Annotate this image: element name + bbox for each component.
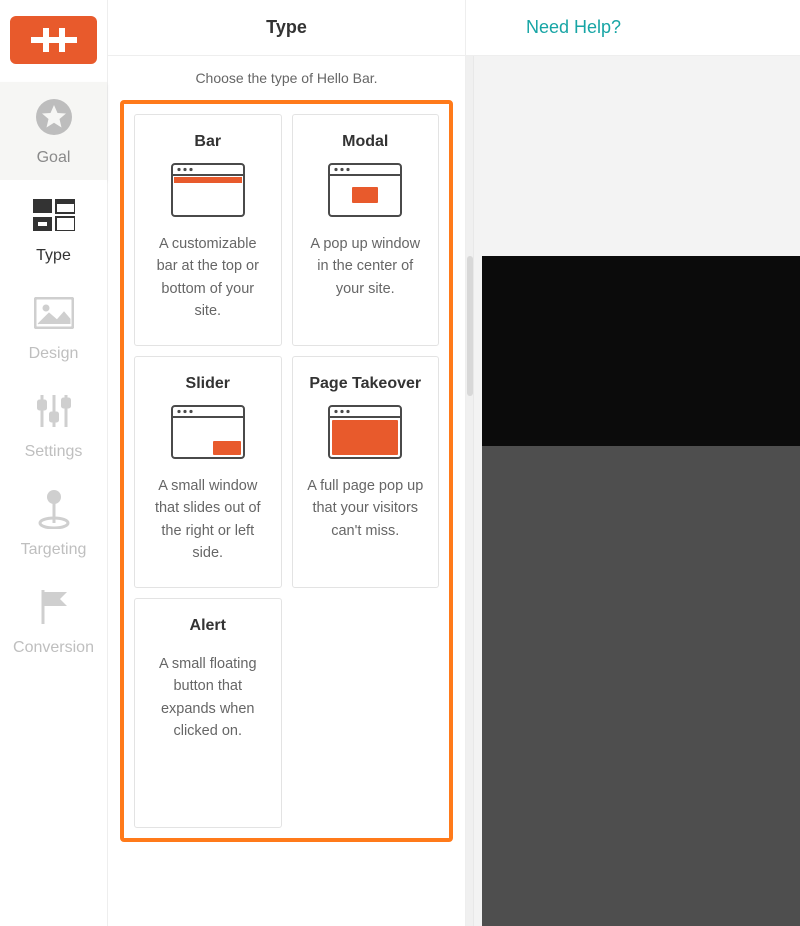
sidebar-item-label: Type — [36, 247, 71, 265]
type-card-grid: Bar A customizable bar at the top or bot… — [134, 114, 439, 828]
card-description: A customizable bar at the top or bottom … — [145, 233, 271, 323]
panel-header: Type — [108, 0, 465, 56]
sidebar-item-conversion[interactable]: Conversion — [0, 572, 107, 670]
sidebar-item-label: Settings — [25, 443, 83, 461]
card-description: A pop up window in the center of your si… — [303, 233, 429, 300]
sidebar-item-label: Goal — [37, 149, 71, 167]
preview-area — [466, 56, 800, 926]
sidebar-item-label: Targeting — [21, 541, 87, 559]
sidebar-item-label: Design — [29, 345, 79, 363]
right-header: Need Help? — [466, 0, 800, 56]
star-circle-icon — [32, 95, 76, 139]
takeover-preview-icon — [328, 405, 402, 459]
preview-scrollbar-thumb[interactable] — [467, 256, 473, 396]
slider-preview-icon — [171, 405, 245, 459]
type-card-alert[interactable]: Alert A small floating button that expan… — [134, 598, 282, 828]
type-card-bar[interactable]: Bar A customizable bar at the top or bot… — [134, 114, 282, 346]
card-title: Bar — [194, 133, 221, 151]
panel-subtitle: Choose the type of Hello Bar. — [108, 64, 465, 94]
sidebar-item-targeting[interactable]: Targeting — [0, 474, 107, 572]
sidebar-nav: Goal Type — [0, 82, 107, 670]
sidebar-item-goal[interactable]: Goal — [0, 82, 107, 180]
type-card-slider[interactable]: Slider A small window that slides out of… — [134, 356, 282, 588]
hellobar-logo-icon — [31, 28, 77, 52]
card-title: Modal — [342, 133, 388, 151]
sidebar-item-design[interactable]: Design — [0, 278, 107, 376]
modal-preview-icon — [328, 163, 402, 217]
card-title: Alert — [190, 617, 226, 635]
target-pin-icon — [32, 487, 76, 531]
preview-band-dark — [482, 256, 800, 446]
card-title: Slider — [186, 375, 230, 393]
sidebar: Goal Type — [0, 0, 108, 926]
sidebar-item-settings[interactable]: Settings — [0, 376, 107, 474]
image-icon — [32, 291, 76, 335]
type-card-modal[interactable]: Modal A pop up window in the center of y… — [292, 114, 440, 346]
type-panel: Type Choose the type of Hello Bar. Bar A… — [108, 0, 466, 926]
panel-title: Type — [266, 17, 307, 38]
brand-logo[interactable] — [10, 16, 97, 64]
bar-preview-icon — [171, 163, 245, 217]
card-description: A full page pop up that your visitors ca… — [303, 475, 429, 542]
right-pane: Need Help? — [466, 0, 800, 926]
preview-scrollbar-track[interactable] — [466, 56, 474, 926]
type-card-highlight-frame: Bar A customizable bar at the top or bot… — [120, 100, 453, 842]
app-root: Goal Type — [0, 0, 800, 926]
sidebar-item-label: Conversion — [13, 639, 94, 657]
sidebar-item-type[interactable]: Type — [0, 180, 107, 278]
sliders-icon — [32, 389, 76, 433]
flag-icon — [32, 585, 76, 629]
card-title: Page Takeover — [309, 375, 421, 393]
type-grid-icon — [32, 193, 76, 237]
card-description: A small floating button that expands whe… — [145, 653, 271, 743]
card-description: A small window that slides out of the ri… — [145, 475, 271, 565]
preview-band-grey — [482, 446, 800, 926]
help-link[interactable]: Need Help? — [526, 17, 621, 38]
type-card-takeover[interactable]: Page Takeover A full page pop up that yo… — [292, 356, 440, 588]
